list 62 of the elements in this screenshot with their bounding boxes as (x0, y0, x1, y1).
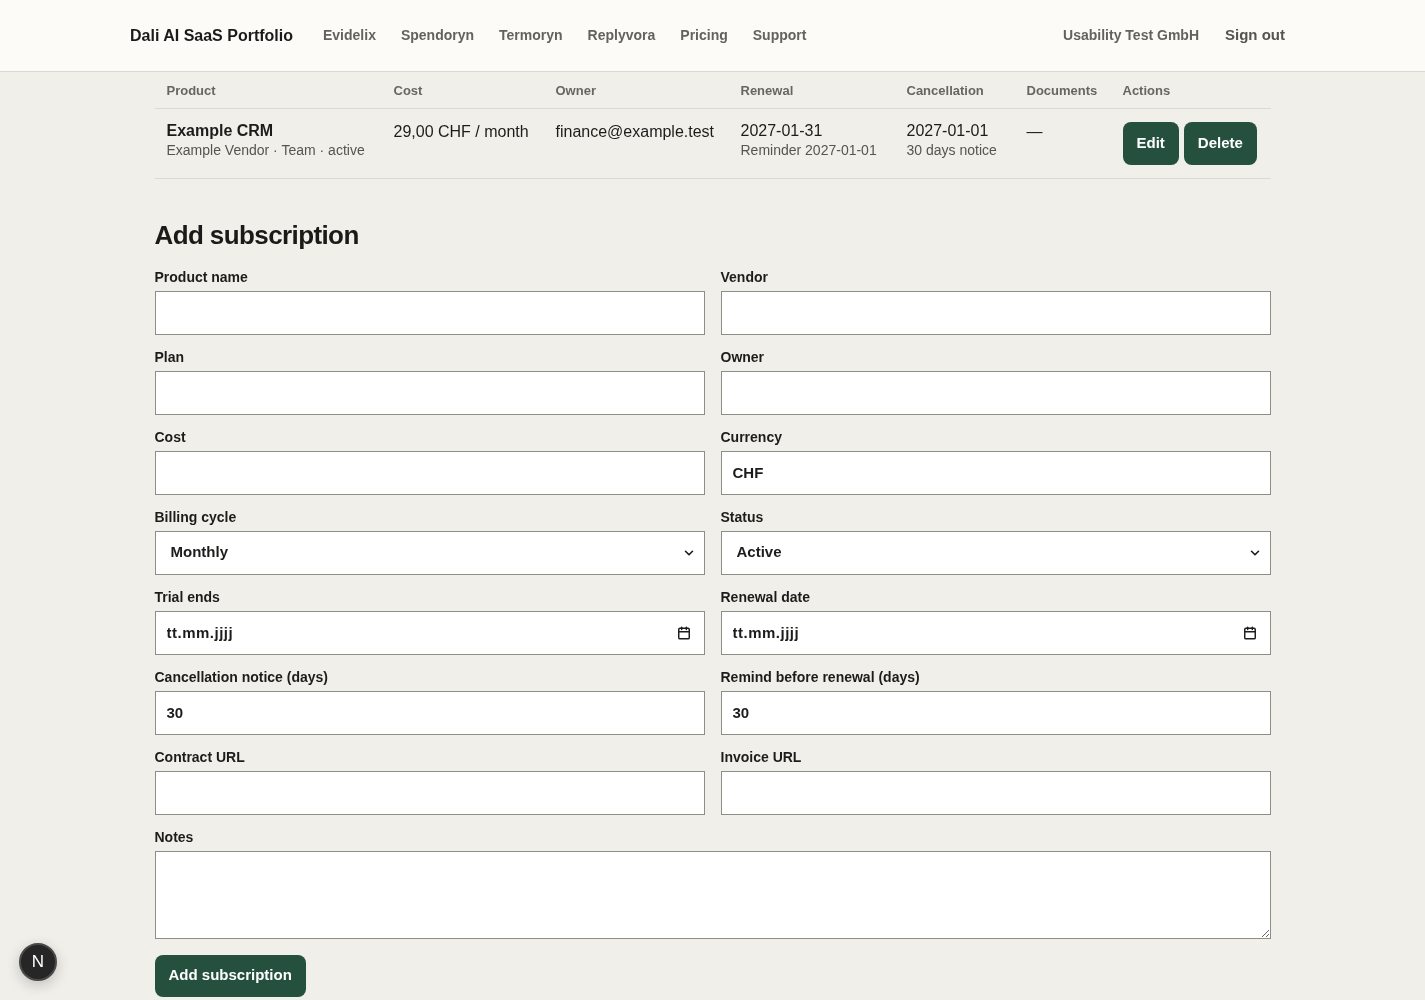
dev-badge[interactable]: N (19, 943, 57, 981)
nav-link[interactable]: Replyvora (587, 25, 656, 46)
cost-text: 29,00 CHF / month (393, 122, 529, 140)
text-input[interactable] (154, 450, 705, 495)
date-text: 2027-01-01 (906, 120, 990, 141)
product-name: Example CRM (166, 120, 275, 141)
calendar-icon (676, 625, 691, 640)
text-input[interactable] (154, 770, 705, 815)
column-header: Cancellation (906, 82, 984, 98)
field-label: Invoice URL (720, 747, 803, 767)
field-label: Cost (154, 427, 187, 447)
text-input[interactable] (720, 770, 1271, 815)
text-input[interactable] (720, 370, 1271, 415)
field-label: Remind before renewal (days) (720, 667, 921, 687)
section-title: Add subscription (154, 218, 360, 251)
field-label: Status (720, 507, 765, 527)
sign-out-link[interactable]: Sign out (1225, 24, 1285, 47)
calendar-icon (1242, 625, 1257, 640)
nav-link[interactable]: Termoryn (499, 25, 563, 46)
action-button[interactable]: Delete (1183, 121, 1257, 165)
nav-link[interactable]: Spendoryn (400, 25, 475, 46)
notes-textarea[interactable] (154, 850, 1271, 939)
text-input[interactable] (154, 290, 705, 335)
product-details: Example Vendor · Team · active (166, 141, 366, 159)
nav-link[interactable]: Support (752, 25, 807, 46)
documents-text: — (1026, 122, 1043, 140)
field-label: Plan (154, 347, 186, 367)
submit-button[interactable]: Add subscription (154, 954, 306, 997)
text-input[interactable]: 30 (720, 690, 1271, 735)
text-input[interactable] (720, 290, 1271, 335)
field-label: Renewal date (720, 587, 811, 607)
column-header: Actions (1122, 82, 1171, 98)
field-label: Billing cycle (154, 507, 238, 527)
brand-link[interactable]: Dali AI SaaS Portfolio (130, 23, 293, 48)
text-input[interactable] (154, 370, 705, 415)
field-label: Vendor (720, 267, 769, 287)
nav-link[interactable]: Evidelix (323, 25, 376, 46)
field-label: Product name (154, 267, 249, 287)
date-text: 2027-01-31 (740, 120, 824, 141)
column-header: Renewal (740, 82, 794, 98)
column-header: Cost (393, 82, 423, 98)
text-input[interactable]: CHF (720, 450, 1271, 495)
date-note: Reminder 2027-01-01 (740, 141, 878, 159)
field-label: Owner (720, 347, 766, 367)
nav-link[interactable]: Pricing (680, 25, 728, 46)
column-header: Product (166, 82, 216, 98)
text-input[interactable]: 30 (154, 690, 705, 735)
field-label: Currency (720, 427, 783, 447)
column-header: Owner (555, 82, 596, 98)
select-field[interactable]: Active (720, 530, 1271, 575)
account-name: Usability Test GmbH (1063, 26, 1199, 45)
action-button[interactable]: Edit (1122, 121, 1179, 165)
owner-email: finance@example.test (555, 122, 715, 140)
field-label: Trial ends (154, 587, 221, 607)
date-note: 30 days notice (906, 141, 998, 159)
select-field[interactable]: Monthly (154, 530, 705, 575)
field-label: Notes (154, 827, 195, 847)
date-input[interactable]: tt.mm.jjjj (154, 610, 705, 655)
date-input[interactable]: tt.mm.jjjj (720, 610, 1271, 655)
field-label: Cancellation notice (days) (154, 667, 329, 687)
column-header: Documents (1026, 82, 1098, 98)
field-label: Contract URL (154, 747, 246, 767)
